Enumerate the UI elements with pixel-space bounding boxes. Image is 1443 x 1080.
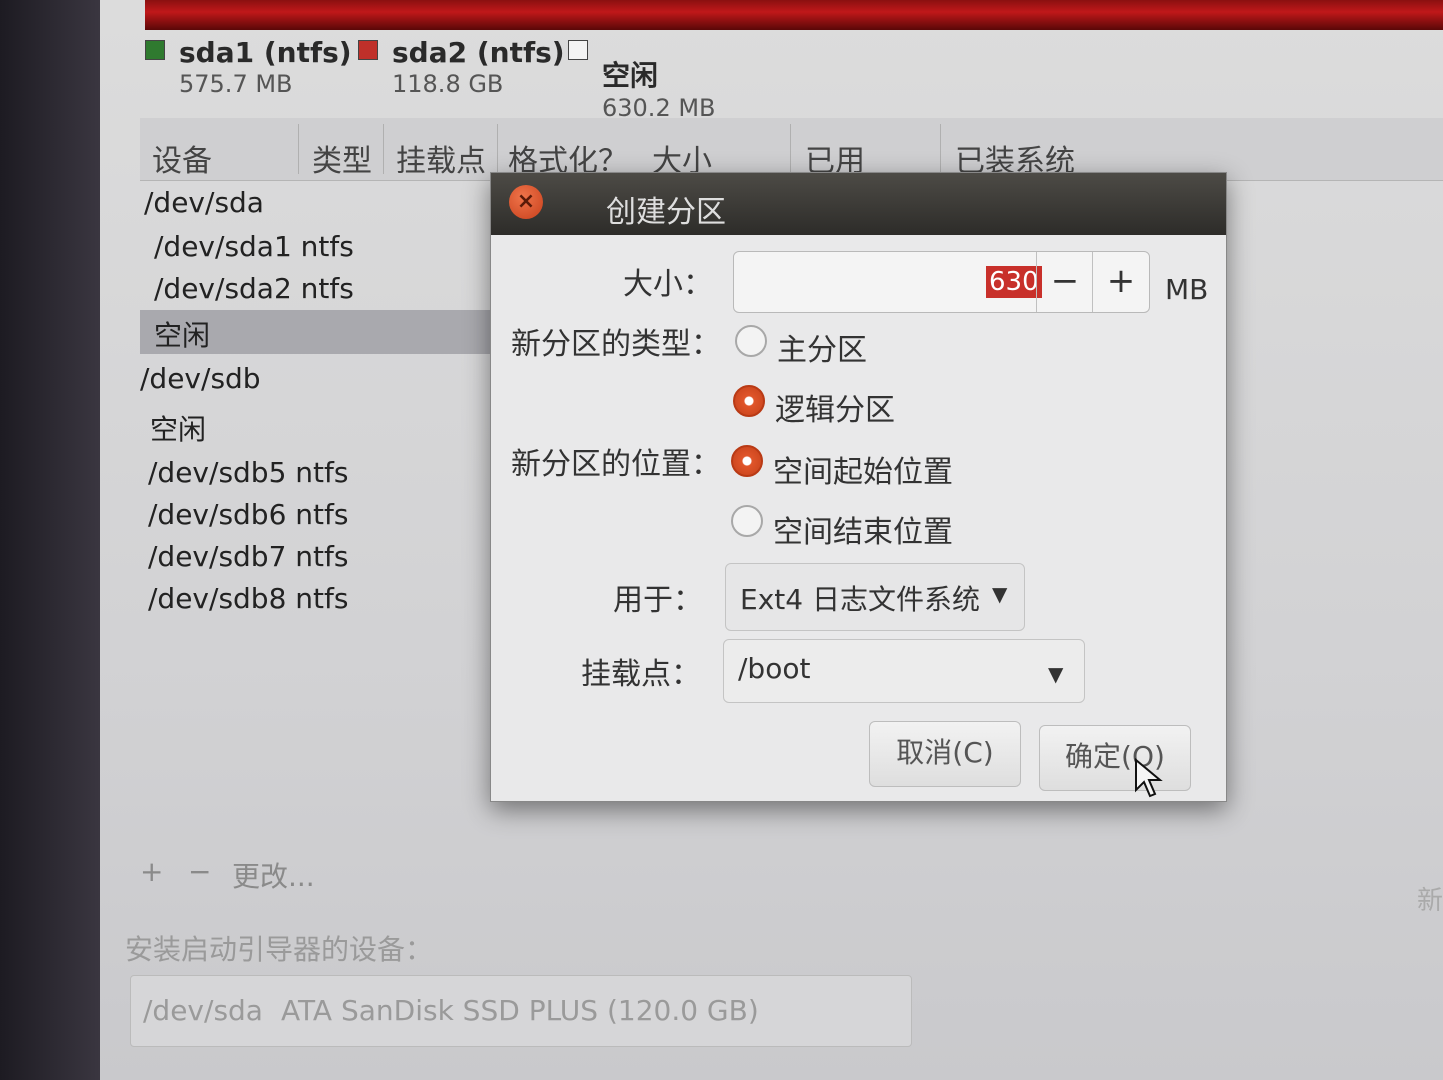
column-divider — [497, 124, 498, 174]
type-logical-label[interactable]: 逻辑分区 — [775, 385, 895, 429]
partition-type-label: 新分区的类型： — [511, 327, 721, 362]
column-divider — [298, 124, 299, 174]
remove-partition-button[interactable]: − — [188, 855, 211, 888]
chevron-down-icon[interactable]: ▼ — [1048, 662, 1063, 686]
type-primary-radio[interactable] — [735, 325, 767, 357]
device-label: /dev/sda — [144, 186, 264, 219]
device-label: /dev/sdb6 ntfs — [148, 498, 349, 531]
device-label: /dev/sdb7 ntfs — [148, 540, 349, 573]
size-decrement-button[interactable]: − — [1036, 252, 1093, 312]
dialog-titlebar: × 创建分区 — [491, 173, 1226, 235]
mount-point-label: 挂载点： — [581, 657, 701, 692]
dialog-title: 创建分区 — [606, 195, 726, 230]
use-as-label: 用于： — [613, 583, 703, 618]
boot-loader-label: 安装启动引导器的设备： — [125, 933, 434, 966]
device-label: /dev/sdb — [140, 362, 261, 395]
size-unit: MB — [1165, 273, 1209, 306]
device-row[interactable]: /dev/sda1 ntfs — [140, 226, 500, 270]
column-divider — [383, 124, 384, 174]
change-partition-button[interactable]: 更改... — [232, 855, 315, 895]
location-end-label[interactable]: 空间结束位置 — [773, 507, 953, 551]
filesystem-value: Ext4 日志文件系统 — [740, 583, 980, 616]
partition-location-label: 新分区的位置： — [511, 447, 721, 482]
column-header-mount[interactable]: 挂载点 — [396, 136, 486, 180]
column-header-type[interactable]: 类型 — [312, 136, 372, 180]
legend-swatch — [145, 40, 165, 60]
location-start-radio[interactable] — [731, 445, 763, 477]
mouse-cursor-icon — [1135, 758, 1163, 798]
device-label: /dev/sda1 ntfs — [154, 230, 354, 263]
size-spinbox: 630 − + — [733, 251, 1150, 313]
location-start-label[interactable]: 空间起始位置 — [773, 447, 953, 491]
add-partition-button[interactable]: + — [140, 855, 163, 888]
mount-point-input[interactable]: /boot — [738, 652, 810, 685]
filesystem-select[interactable]: Ext4 日志文件系统 ▼ — [725, 563, 1025, 631]
device-label: /dev/sdb5 ntfs — [148, 456, 349, 489]
device-row[interactable]: /dev/sda2 ntfs — [140, 268, 500, 312]
legend-name: sda2 (ntfs) — [392, 36, 565, 69]
legend-name: sda1 (ntfs) — [179, 36, 352, 69]
device-row-selected[interactable]: 空闲 — [140, 310, 500, 354]
device-label: 空闲 — [154, 319, 211, 352]
size-label: 大小： — [623, 267, 713, 302]
ok-button[interactable]: 确定(O) — [1039, 725, 1191, 791]
column-header-device[interactable]: 设备 — [152, 136, 212, 180]
type-logical-radio[interactable] — [733, 385, 765, 417]
size-increment-button[interactable]: + — [1092, 252, 1149, 312]
device-row[interactable]: /dev/sdb7 ntfs — [140, 536, 500, 580]
new-table-button[interactable]: 新 — [1417, 880, 1443, 917]
boot-loader-device: /dev/sda — [143, 994, 263, 1027]
device-row[interactable]: /dev/sdb8 ntfs — [140, 578, 500, 622]
device-row[interactable]: /dev/sda — [140, 182, 500, 226]
type-primary-label[interactable]: 主分区 — [777, 325, 867, 369]
close-icon[interactable]: × — [509, 185, 543, 219]
device-row[interactable]: /dev/sdb6 ntfs — [140, 494, 500, 538]
location-end-radio[interactable] — [731, 505, 763, 537]
device-row[interactable]: /dev/sdb5 ntfs — [140, 452, 500, 496]
device-row[interactable]: /dev/sdb — [140, 358, 500, 402]
device-label: /dev/sdb8 ntfs — [148, 582, 349, 615]
size-input[interactable]: 630 — [986, 266, 1042, 298]
device-row[interactable]: 空闲 — [140, 404, 500, 448]
disk-usage-bar — [145, 0, 1443, 30]
legend-swatch — [568, 40, 588, 60]
legend-swatch — [358, 40, 378, 60]
column-divider — [790, 124, 791, 174]
legend-name: 空闲 — [602, 59, 659, 92]
partition-actions: + − 更改... — [140, 855, 1443, 905]
cancel-button[interactable]: 取消(C) — [869, 721, 1021, 787]
mount-point-combo[interactable]: /boot ▼ — [723, 639, 1085, 703]
legend-size: 118.8 GB — [392, 70, 504, 98]
boot-loader-description: ATA SanDisk SSD PLUS (120.0 GB) — [281, 994, 759, 1027]
chevron-down-icon: ▼ — [992, 582, 1008, 606]
background-edge — [0, 0, 100, 1080]
boot-loader-select[interactable]: /dev/sda ATA SanDisk SSD PLUS (120.0 GB) — [130, 975, 912, 1047]
column-divider — [940, 124, 941, 174]
create-partition-dialog: × 创建分区 大小： 630 − + MB 新分区的类型： 主分区 逻辑分区 新… — [490, 172, 1227, 802]
device-label: 空闲 — [150, 413, 207, 446]
device-label: /dev/sda2 ntfs — [154, 272, 354, 305]
legend-size: 575.7 MB — [179, 70, 293, 98]
